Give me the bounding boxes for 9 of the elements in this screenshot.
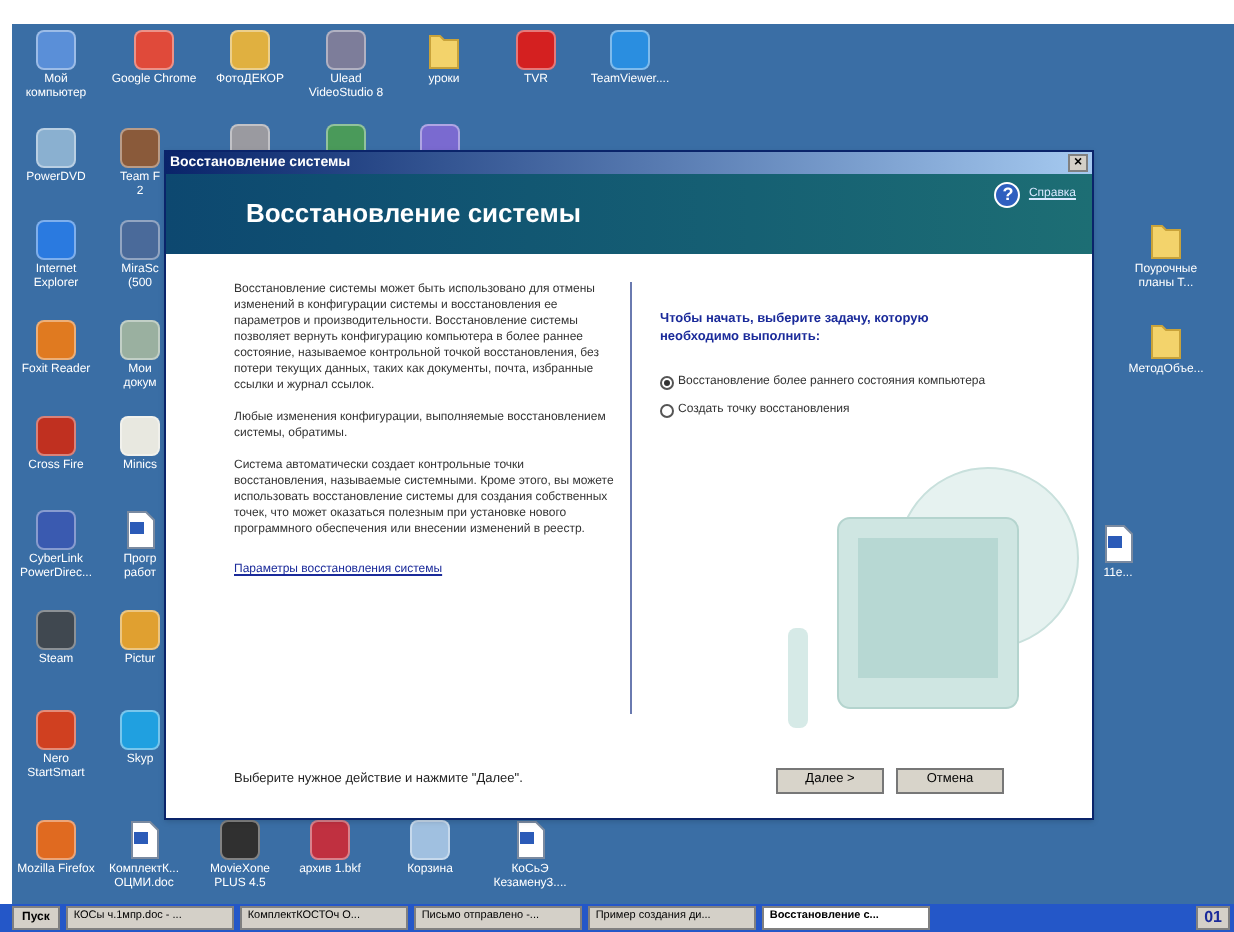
folder-icon xyxy=(1148,320,1184,360)
document-icon xyxy=(122,510,158,550)
clock: 01 xyxy=(1204,910,1222,926)
document-icon xyxy=(126,820,162,860)
folder-icon xyxy=(426,30,462,70)
folder-icon xyxy=(1148,220,1184,260)
window-heading: Восстановление системы xyxy=(246,196,581,233)
document-icon xyxy=(1100,524,1136,564)
help-icon[interactable]: ? xyxy=(994,182,1021,208)
